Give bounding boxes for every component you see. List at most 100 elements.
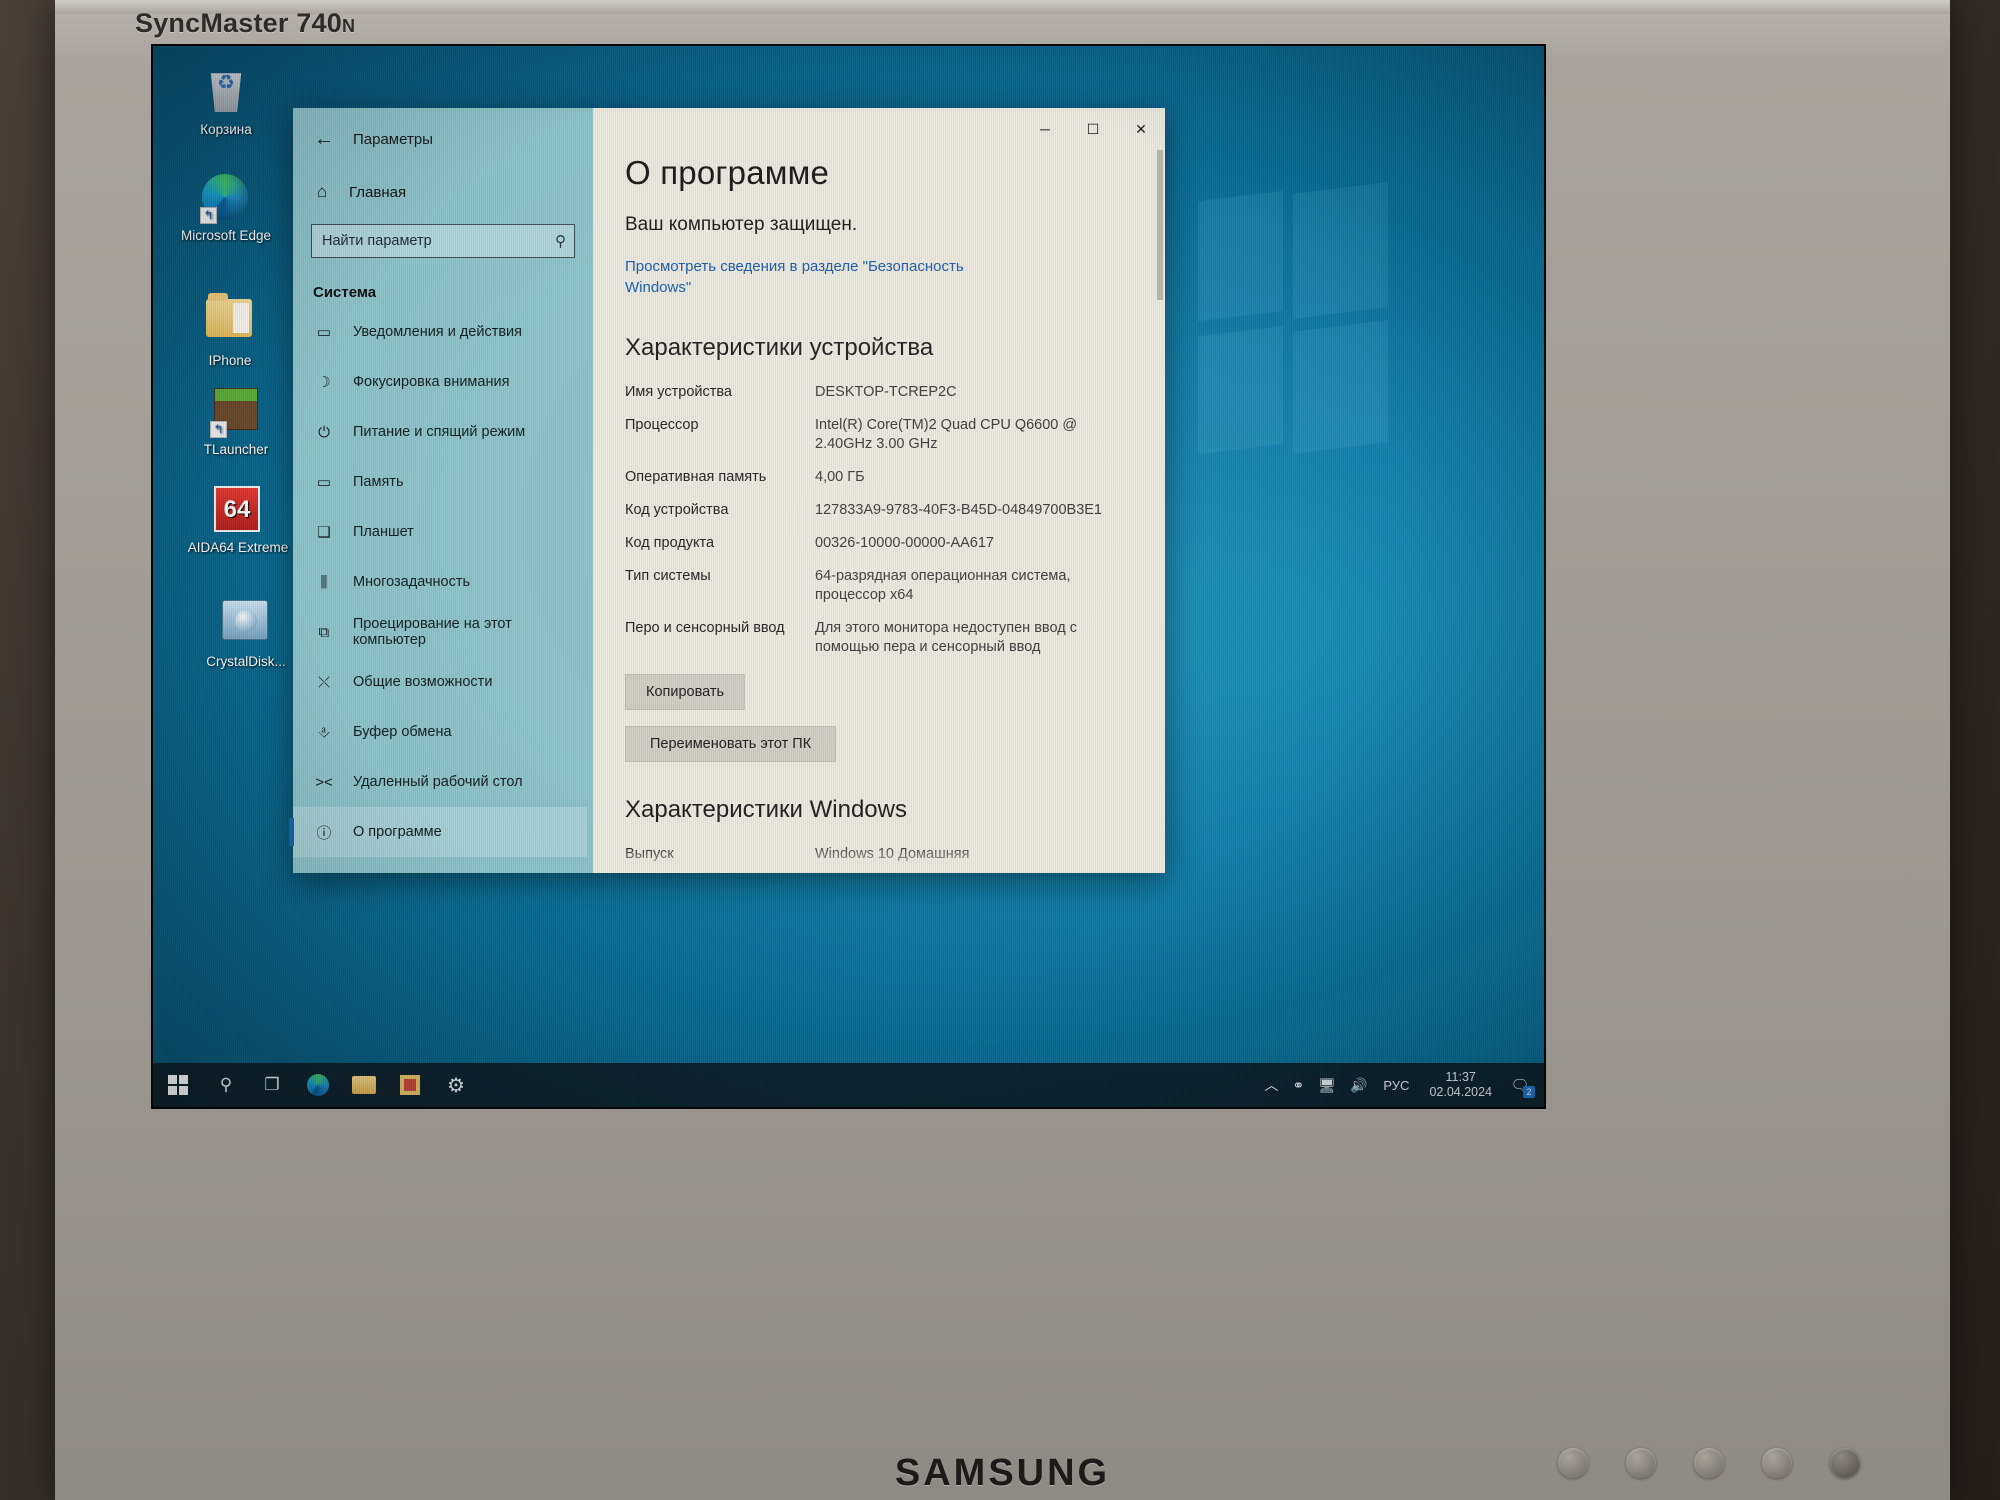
spec-value: 4,00 ГБ bbox=[815, 469, 865, 485]
table-row: Тип системы 64-разрядная операционная си… bbox=[625, 564, 1135, 616]
sidebar-item-home[interactable]: ⌂ Главная bbox=[293, 174, 583, 210]
sidebar-item-clipboard[interactable]: ⎀ Буфер обмена bbox=[293, 707, 587, 757]
spec-value: 127833A9-9783-40F3-B45D-04849700B3E1 bbox=[815, 502, 1102, 518]
sidebar-section-title: Система bbox=[313, 284, 377, 301]
search-box[interactable]: ⚲ bbox=[311, 224, 575, 258]
sidebar-item-focus-assist[interactable]: ☽ Фокусировка внимания bbox=[293, 357, 587, 407]
monitor-model-suffix: N bbox=[341, 16, 356, 36]
sidebar-item-label: О программе bbox=[353, 824, 442, 840]
photo-background: SyncMaster 740N Корзина ↰ bbox=[0, 0, 2000, 1500]
sidebar-item-remote-desktop[interactable]: >< Удаленный рабочий стол bbox=[293, 757, 587, 807]
power-icon: ⏻ bbox=[318, 423, 330, 441]
windows-start-icon bbox=[167, 1074, 189, 1096]
windows-specifications-heading: Характеристики Windows bbox=[625, 796, 907, 823]
info-icon: ⓘ bbox=[316, 824, 332, 842]
content-fade bbox=[593, 847, 1165, 873]
settings-titlebar: ← Параметры bbox=[293, 116, 593, 162]
network-icon[interactable]: 🖥 bbox=[1314, 1077, 1340, 1094]
taskbar-store-button[interactable] bbox=[387, 1063, 433, 1107]
spec-value: 00326-10000-00000-AA617 bbox=[815, 535, 994, 551]
spec-key: Оперативная память bbox=[625, 469, 767, 485]
desktop-icon-recycle-bin[interactable]: Корзина bbox=[171, 68, 281, 137]
taskbar[interactable]: ⚲ ❐ ⚙ ︿ ⚭ 🖥 🔊 РУС 11:37 02.04.2024 🗨 2 bbox=[153, 1063, 1544, 1107]
taskbar-settings-button[interactable]: ⚙ bbox=[433, 1063, 479, 1107]
spec-key: Имя устройства bbox=[625, 384, 732, 400]
sidebar-item-label: Удаленный рабочий стол bbox=[353, 774, 523, 790]
search-icon: ⚲ bbox=[219, 1075, 233, 1094]
desktop-icon-aida64[interactable]: 64 AIDA64 Extreme bbox=[183, 486, 293, 555]
monitor-button[interactable] bbox=[1762, 1448, 1792, 1478]
sidebar-item-tablet[interactable]: ❑ Планшет bbox=[293, 507, 587, 557]
folder-icon bbox=[206, 293, 254, 347]
table-row: Перо и сенсорный ввод Для этого монитора… bbox=[625, 616, 1135, 668]
sidebar-item-storage[interactable]: ▭ Память bbox=[293, 457, 587, 507]
monitor-button[interactable] bbox=[1694, 1448, 1724, 1478]
monitor-power-button[interactable] bbox=[1830, 1448, 1860, 1478]
shortcut-arrow-icon: ↰ bbox=[210, 421, 227, 438]
settings-sidebar: ← Параметры ⌂ Главная ⚲ bbox=[289, 108, 593, 873]
action-center-button[interactable]: 🗨 2 bbox=[1506, 1073, 1535, 1098]
chevron-up-icon[interactable]: ︿ bbox=[1260, 1075, 1282, 1095]
crystaldiskinfo-icon bbox=[222, 600, 270, 648]
sidebar-item-multitasking[interactable]: ⫼ Многозадачность bbox=[293, 557, 587, 607]
sidebar-item-label: Многозадачность bbox=[353, 574, 471, 590]
copy-button[interactable]: Копировать bbox=[625, 674, 746, 710]
windows-desktop[interactable]: Корзина ↰ Microsoft Edge IPhone ↰ bbox=[153, 46, 1544, 1107]
spec-value: DESKTOP-TCREP2C bbox=[815, 384, 957, 400]
monitor-button[interactable] bbox=[1558, 1448, 1588, 1478]
rename-pc-button[interactable]: Переименовать этот ПК bbox=[625, 726, 837, 762]
spec-key: Перо и сенсорный ввод bbox=[625, 620, 785, 636]
windows-security-link[interactable]: Просмотреть сведения в разделе "Безопасн… bbox=[625, 256, 985, 298]
desktop-icon-label: CrystalDisk... bbox=[206, 654, 286, 669]
sidebar-item-shared-experiences[interactable]: ⤬ Общие возможности bbox=[293, 657, 587, 707]
monitor-model-label: SyncMaster 740N bbox=[135, 8, 355, 39]
sidebar-item-about[interactable]: ⓘ О программе bbox=[289, 807, 587, 857]
storage-icon: ▭ bbox=[316, 474, 332, 491]
sidebar-item-projecting[interactable]: ⧉ Проецирование на этот компьютер bbox=[293, 607, 587, 657]
monitor-buttons bbox=[1558, 1448, 1860, 1478]
desktop-icon-tlauncher[interactable]: ↰ TLauncher bbox=[181, 386, 291, 457]
microsoft-store-icon bbox=[400, 1075, 420, 1095]
taskbar-edge-button[interactable] bbox=[295, 1063, 341, 1107]
sidebar-item-label: Главная bbox=[349, 183, 407, 201]
sidebar-item-power-sleep[interactable]: ⏻ Питание и спящий режим bbox=[293, 407, 587, 457]
sidebar-item-notifications[interactable]: ▭ Уведомления и действия bbox=[293, 307, 587, 357]
taskbar-search-button[interactable]: ⚲ bbox=[203, 1063, 249, 1107]
sidebar-item-label: Планшет bbox=[353, 524, 414, 540]
desktop-icon-iphone-folder[interactable]: IPhone bbox=[175, 293, 285, 368]
monitor-model-number: 740 bbox=[296, 8, 342, 38]
task-view-button[interactable]: ❐ bbox=[249, 1063, 295, 1107]
app-title: Параметры bbox=[353, 130, 433, 148]
desktop-icon-crystaldiskinfo[interactable]: CrystalDisk... bbox=[191, 596, 301, 669]
close-button[interactable]: ✕ bbox=[1117, 108, 1165, 150]
window-controls: ─ ☐ ✕ bbox=[1021, 108, 1165, 150]
home-icon: ⌂ bbox=[316, 182, 328, 201]
table-row: Процессор Intel(R) Core(TM)2 Quad CPU Q6… bbox=[625, 413, 1135, 465]
start-button[interactable] bbox=[153, 1063, 203, 1107]
spec-key: Процессор bbox=[625, 417, 699, 433]
desktop-icon-microsoft-edge[interactable]: ↰ Microsoft Edge bbox=[171, 174, 281, 243]
spec-value: 64-разрядная операционная система, проце… bbox=[815, 568, 1071, 603]
content-scrollbar[interactable] bbox=[1157, 150, 1163, 300]
desktop-icon-label: IPhone bbox=[208, 353, 252, 368]
search-input[interactable] bbox=[322, 233, 555, 249]
settings-content: ─ ☐ ✕ О программе Ваш компьютер защищен.… bbox=[593, 108, 1165, 873]
settings-window[interactable]: ← Параметры ⌂ Главная ⚲ bbox=[289, 108, 1165, 873]
page-title: О программе bbox=[625, 154, 830, 191]
sidebar-item-label: Уведомления и действия bbox=[353, 324, 522, 340]
volume-icon[interactable]: 🔊 bbox=[1346, 1077, 1371, 1094]
back-button[interactable]: ← bbox=[307, 124, 341, 154]
monitor-button[interactable] bbox=[1626, 1448, 1656, 1478]
clock[interactable]: 11:37 02.04.2024 bbox=[1421, 1070, 1500, 1100]
device-specifications-table: Имя устройства DESKTOP-TCREP2C Процессор… bbox=[625, 380, 1135, 668]
minimize-button[interactable]: ─ bbox=[1021, 108, 1069, 150]
sidebar-item-label: Общие возможности bbox=[353, 674, 493, 690]
wallpaper-logo-pane bbox=[1198, 190, 1283, 322]
language-indicator[interactable]: РУС bbox=[1377, 1078, 1415, 1093]
taskbar-explorer-button[interactable] bbox=[341, 1063, 387, 1107]
wallpaper-logo-pane bbox=[1198, 325, 1283, 455]
maximize-button[interactable]: ☐ bbox=[1069, 108, 1117, 150]
security-shield-icon[interactable]: ⚭ bbox=[1288, 1077, 1308, 1094]
table-row: Оперативная память 4,00 ГБ bbox=[625, 465, 1135, 498]
remote-desktop-icon: >< bbox=[315, 773, 333, 791]
